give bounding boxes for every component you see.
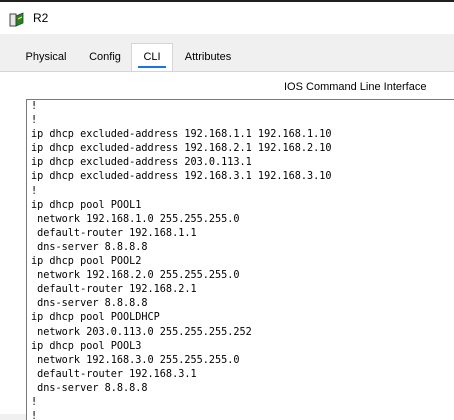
console-line: dns-server 8.8.8.8	[31, 241, 148, 253]
tab-attributes[interactable]: Attributes	[176, 44, 240, 70]
tab-physical[interactable]: Physical	[18, 44, 74, 70]
console-line: default-router 192.168.2.1	[31, 284, 197, 296]
console-line: ip dhcp excluded-address 203.0.113.1	[31, 157, 252, 169]
console-line: dns-server 8.8.8.8	[31, 382, 148, 394]
console-line: !	[31, 115, 38, 127]
tab-bar: Physical Config CLI Attributes	[0, 43, 454, 72]
console-line: network 192.168.1.0 255.255.255.0	[31, 213, 240, 225]
cli-header: IOS Command Line Interface	[284, 81, 427, 93]
console-line: default-router 192.168.3.1	[31, 368, 197, 380]
tab-config[interactable]: Config	[84, 44, 126, 70]
console-line: network 203.0.113.0 255.255.255.252	[31, 326, 252, 338]
console-line: ip dhcp pool POOL2	[31, 256, 142, 268]
console-line: network 192.168.2.0 255.255.255.0	[31, 270, 240, 282]
console-line: ip dhcp pool POOL3	[31, 340, 142, 352]
console-line: ip dhcp excluded-address 192.168.1.1 192…	[31, 129, 332, 141]
console-line: !	[31, 396, 38, 408]
tab-cli[interactable]: CLI	[131, 43, 173, 72]
console-line: network 192.168.3.0 255.255.255.0	[31, 354, 240, 366]
console-line: !	[31, 185, 38, 197]
window-title: R2	[33, 11, 49, 25]
console-line: ip dhcp excluded-address 192.168.3.1 192…	[31, 171, 332, 183]
console-output: !! ip dhcp excluded-address 192.168.1.1 1…	[31, 100, 332, 420]
console-line: dns-server 8.8.8.8	[31, 298, 148, 310]
console-line: ip dhcp excluded-address 192.168.2.1 192…	[31, 143, 332, 155]
console-line: !	[31, 411, 38, 420]
title-bar: R2	[0, 2, 454, 34]
router-app-icon	[9, 12, 24, 27]
console-line: !	[31, 101, 38, 112]
console-line: ip dhcp pool POOL1	[31, 199, 142, 211]
cli-console[interactable]: !! ip dhcp excluded-address 192.168.1.1 1…	[26, 99, 454, 420]
console-line: ip dhcp pool POOLDHCP	[31, 312, 160, 324]
console-line: default-router 192.168.1.1	[31, 227, 197, 239]
